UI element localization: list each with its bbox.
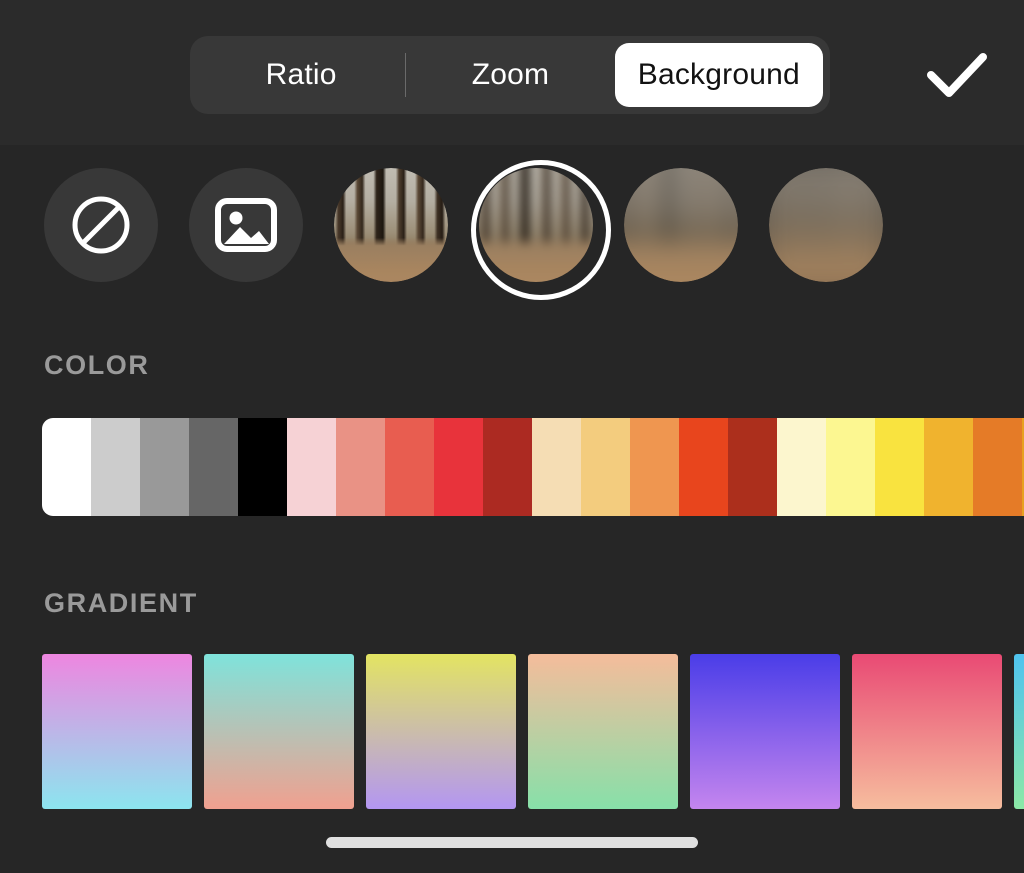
color-swatch[interactable]	[532, 418, 581, 516]
color-swatch[interactable]	[875, 418, 924, 516]
color-swatch[interactable]	[287, 418, 336, 516]
tab-zoom[interactable]: Zoom	[406, 43, 614, 107]
background-option-photo-blur-light[interactable]	[479, 168, 593, 282]
home-indicator[interactable]	[326, 837, 698, 848]
tab-background-label: Background	[638, 58, 800, 92]
mode-tab-group: Ratio Zoom Background	[190, 36, 830, 114]
color-swatch[interactable]	[728, 418, 777, 516]
background-option-photo-picker[interactable]	[189, 168, 303, 282]
gradient-tile[interactable]	[528, 654, 678, 809]
tab-zoom-label: Zoom	[472, 58, 550, 92]
color-swatch[interactable]	[826, 418, 875, 516]
gradient-scroller[interactable]	[42, 654, 1024, 809]
editor-toolbar: Ratio Zoom Background	[0, 0, 1024, 145]
color-swatch[interactable]	[238, 418, 287, 516]
image-picker-icon	[215, 197, 277, 253]
tab-background[interactable]: Background	[615, 43, 823, 107]
background-option-photo-sharp[interactable]	[334, 168, 448, 282]
color-swatch-strip	[42, 418, 1024, 516]
background-option-none[interactable]	[44, 168, 158, 282]
gradient-tile[interactable]	[204, 654, 354, 809]
gradient-tile[interactable]	[690, 654, 840, 809]
color-swatch[interactable]	[91, 418, 140, 516]
checkmark-icon	[926, 51, 988, 99]
background-option-photo-blur-heavy[interactable]	[769, 168, 883, 282]
color-swatch[interactable]	[777, 418, 826, 516]
gradient-tile[interactable]	[852, 654, 1002, 809]
color-swatch[interactable]	[483, 418, 532, 516]
color-swatch[interactable]	[630, 418, 679, 516]
color-swatch[interactable]	[42, 418, 91, 516]
color-swatch[interactable]	[336, 418, 385, 516]
confirm-button[interactable]	[918, 36, 996, 114]
color-swatch[interactable]	[434, 418, 483, 516]
color-swatch[interactable]	[973, 418, 1022, 516]
color-swatch[interactable]	[679, 418, 728, 516]
color-swatch[interactable]	[924, 418, 973, 516]
color-swatch[interactable]	[189, 418, 238, 516]
color-swatch-scroller[interactable]	[42, 418, 1024, 516]
no-background-icon	[70, 194, 132, 256]
background-option-photo-blur-medium[interactable]	[624, 168, 738, 282]
forest-photo	[334, 168, 448, 282]
color-swatch[interactable]	[385, 418, 434, 516]
gradient-tile-row	[42, 654, 1024, 809]
color-swatch[interactable]	[140, 418, 189, 516]
gradient-tile[interactable]	[366, 654, 516, 809]
forest-photo	[769, 168, 883, 282]
gradient-tile[interactable]	[42, 654, 192, 809]
forest-photo	[479, 168, 593, 282]
background-editor-panel: Ratio Zoom Background	[0, 0, 1024, 873]
tab-ratio-label: Ratio	[266, 58, 337, 92]
gradient-section-label: GRADIENT	[44, 588, 198, 619]
color-section-label: COLOR	[44, 350, 150, 381]
forest-photo	[624, 168, 738, 282]
color-swatch[interactable]	[581, 418, 630, 516]
gradient-tile[interactable]	[1014, 654, 1024, 809]
background-thumbnail-row	[0, 145, 1024, 305]
tab-ratio[interactable]: Ratio	[197, 43, 405, 107]
